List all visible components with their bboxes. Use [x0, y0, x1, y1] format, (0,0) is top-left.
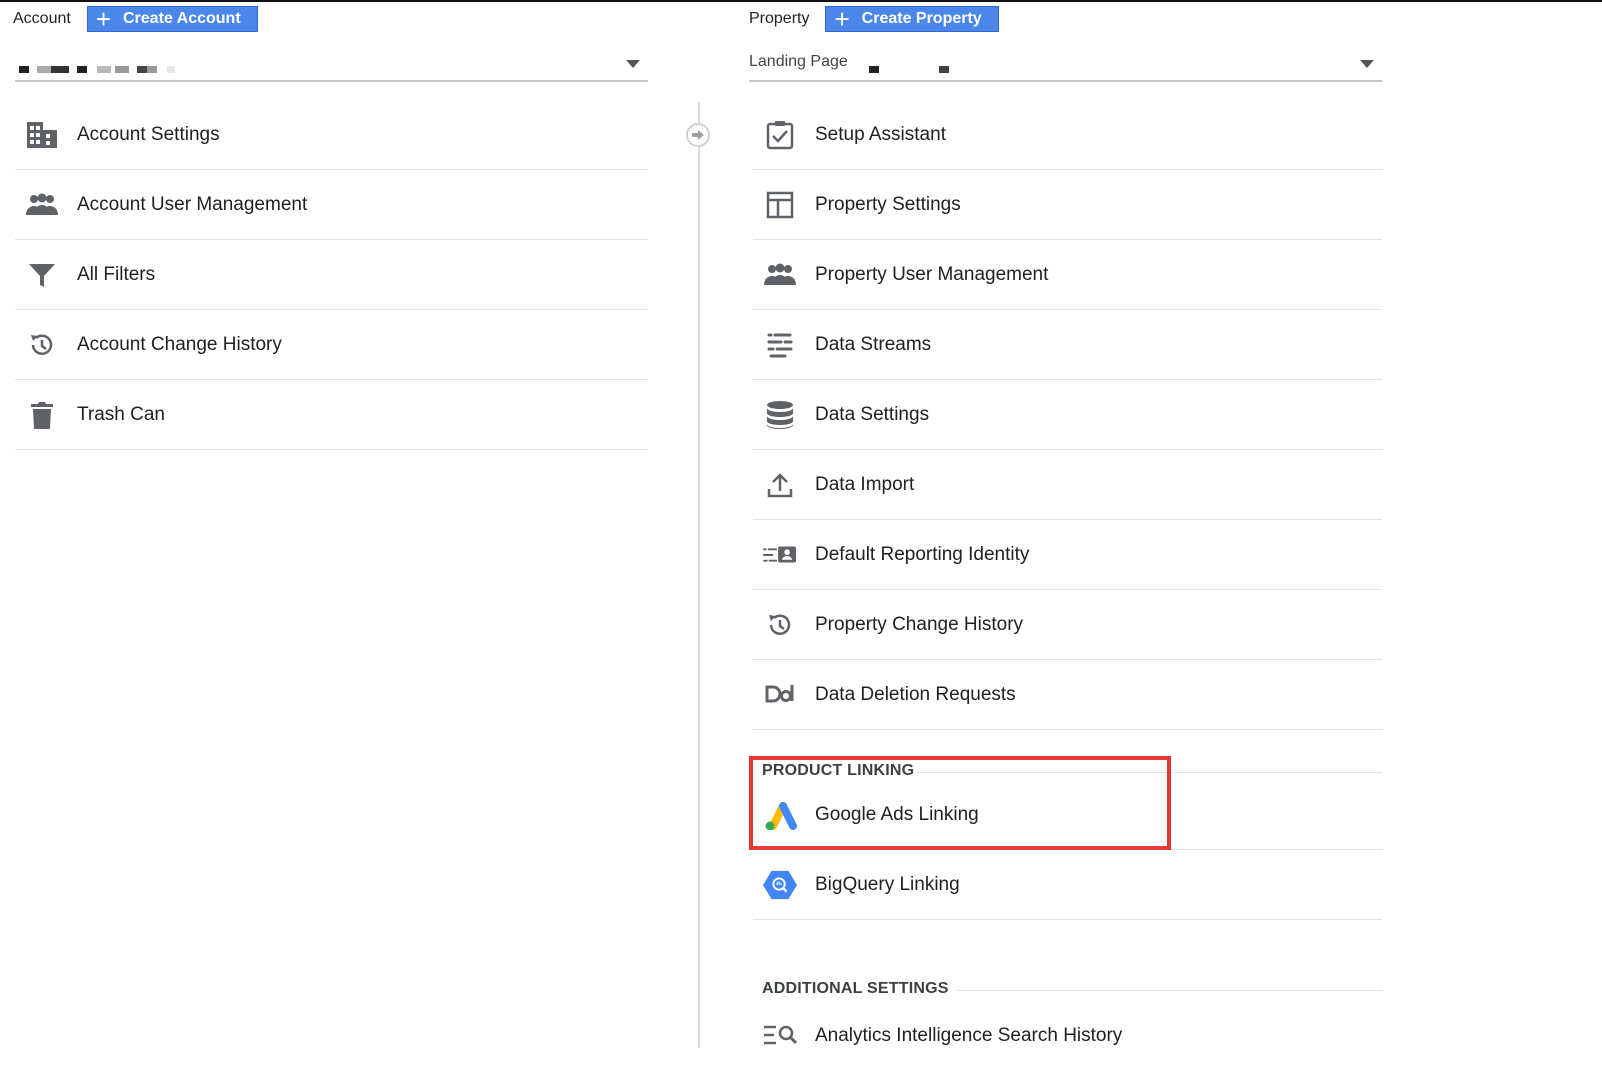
bigquery-linking-label: BigQuery Linking	[815, 873, 960, 895]
property-change-history-item[interactable]: Property Change History	[753, 590, 1382, 660]
column-divider	[698, 102, 700, 1048]
property-change-history-label: Property Change History	[815, 613, 1024, 635]
data-streams-label: Data Streams	[815, 333, 932, 355]
account-selector[interactable]	[15, 50, 648, 82]
google-ads-linking-item[interactable]: Google Ads Linking	[753, 780, 1382, 850]
bigquery-linking-item[interactable]: BigQuery Linking	[753, 850, 1382, 920]
data-deletion-requests-label: Data Deletion Requests	[815, 683, 1016, 705]
plus-icon: +	[834, 4, 850, 34]
checklist-icon	[763, 118, 797, 152]
additional-settings-rule	[956, 990, 1382, 991]
trash-can-item[interactable]: Trash Can	[15, 380, 648, 450]
product-linking-rule	[916, 772, 1382, 773]
chevron-down-icon[interactable]	[626, 60, 640, 68]
people-icon	[25, 188, 59, 222]
data-import-item[interactable]: Data Import	[753, 450, 1382, 520]
property-settings-item[interactable]: Property Settings	[753, 170, 1382, 240]
people-icon	[763, 258, 797, 292]
bigquery-icon	[763, 868, 797, 902]
arrow-right-icon[interactable]	[686, 123, 710, 147]
account-header: Account + Create Account	[13, 6, 258, 32]
create-account-button[interactable]: + Create Account	[86, 4, 258, 34]
property-user-management-label: Property User Management	[815, 263, 1049, 285]
history-icon	[25, 328, 59, 362]
account-user-management-label: Account User Management	[77, 193, 308, 215]
property-selector-text: Landing Page	[749, 53, 848, 70]
data-streams-item[interactable]: Data Streams	[753, 310, 1382, 380]
data-settings-item[interactable]: Data Settings	[753, 380, 1382, 450]
account-label: Account	[13, 10, 71, 27]
streams-icon	[763, 328, 797, 362]
account-user-management-item[interactable]: Account User Management	[15, 170, 648, 240]
trash-can-label: Trash Can	[77, 403, 165, 425]
default-reporting-identity-item[interactable]: Default Reporting Identity	[753, 520, 1382, 590]
property-selector[interactable]: Landing Page	[749, 50, 1382, 82]
account-menu: Account Settings Account User Management…	[15, 100, 648, 454]
create-property-label: Create Property	[861, 10, 982, 27]
all-filters-label: All Filters	[77, 263, 156, 285]
account-settings-item[interactable]: Account Settings	[15, 100, 648, 170]
chevron-down-icon[interactable]	[1360, 60, 1374, 68]
google-ads-icon	[763, 798, 797, 832]
default-reporting-identity-label: Default Reporting Identity	[815, 543, 1030, 565]
account-change-history-label: Account Change History	[77, 333, 282, 355]
create-property-button[interactable]: + Create Property	[825, 4, 999, 34]
window-top-border	[0, 0, 1602, 2]
building-icon	[25, 118, 59, 152]
dd-icon	[763, 678, 797, 712]
setup-assistant-item[interactable]: Setup Assistant	[753, 100, 1382, 170]
google-ads-linking-label: Google Ads Linking	[815, 803, 979, 825]
all-filters-item[interactable]: All Filters	[15, 240, 648, 310]
analytics-intelligence-search-history-item[interactable]: Analytics Intelligence Search History	[753, 1000, 1382, 1070]
create-account-label: Create Account	[123, 10, 241, 27]
identity-icon	[763, 538, 797, 572]
data-deletion-requests-item[interactable]: Data Deletion Requests	[753, 660, 1382, 730]
trash-icon	[25, 398, 59, 432]
data-settings-label: Data Settings	[815, 403, 930, 425]
property-settings-label: Property Settings	[815, 193, 961, 215]
account-change-history-item[interactable]: Account Change History	[15, 310, 648, 380]
data-import-label: Data Import	[815, 473, 915, 495]
property-user-management-item[interactable]: Property User Management	[753, 240, 1382, 310]
layout-icon	[763, 188, 797, 222]
account-settings-label: Account Settings	[77, 123, 220, 145]
property-label: Property	[749, 10, 810, 27]
property-menu: Setup Assistant Property Settings Proper…	[753, 100, 1382, 740]
additional-settings-heading: ADDITIONAL SETTINGS	[762, 980, 949, 997]
property-header: Property + Create Property	[749, 6, 999, 32]
plus-icon: +	[95, 4, 111, 34]
upload-icon	[763, 468, 797, 502]
analytics-intelligence-search-history-label: Analytics Intelligence Search History	[815, 1025, 1123, 1046]
database-icon	[763, 398, 797, 432]
history-icon	[763, 608, 797, 642]
filter-icon	[25, 258, 59, 292]
setup-assistant-label: Setup Assistant	[815, 123, 946, 145]
product-linking-heading: PRODUCT LINKING	[762, 762, 915, 779]
